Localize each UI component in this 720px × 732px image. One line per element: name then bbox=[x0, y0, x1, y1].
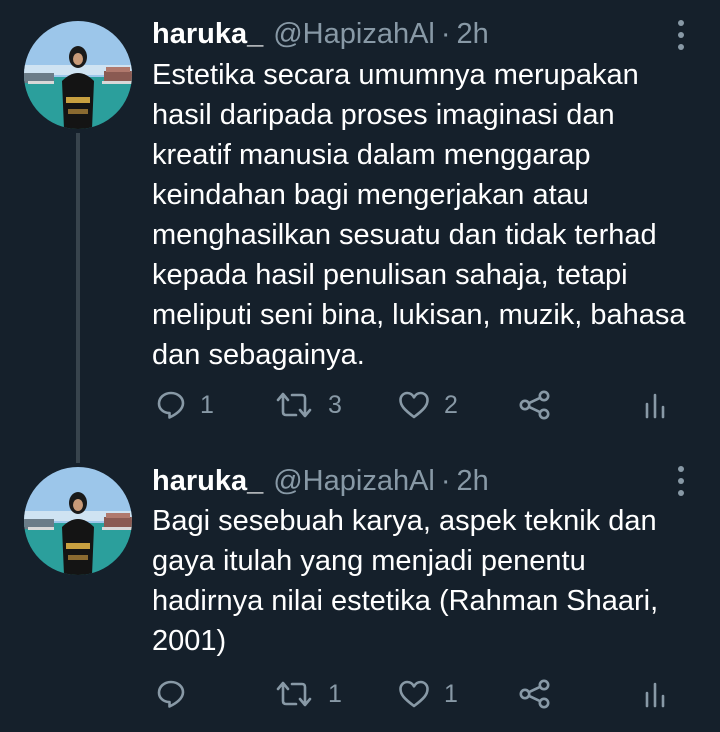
avatar-image bbox=[24, 467, 132, 575]
more-options-icon[interactable] bbox=[676, 20, 686, 50]
header-separator: · bbox=[440, 17, 451, 50]
author-name[interactable]: haruka_ bbox=[152, 465, 263, 498]
tweet-text-line: dan sebagainya. bbox=[152, 339, 365, 371]
tweet-text-line: keindahan bagi mengerjakan atau bbox=[152, 179, 589, 211]
retweet-button[interactable]: 1 bbox=[274, 674, 342, 714]
tweet-text-line: meliputi seni bina, lukisan, muzik, baha… bbox=[152, 299, 686, 331]
like-count: 2 bbox=[444, 390, 458, 419]
reply-icon bbox=[157, 680, 185, 708]
tweet-text-line: kepada hasil penulisan sahaja, tetapi bbox=[152, 259, 628, 291]
header-separator: · bbox=[440, 464, 451, 497]
action-bar: 1 3 2 bbox=[0, 385, 720, 425]
analytics-icon bbox=[645, 393, 665, 419]
share-icon bbox=[519, 679, 550, 709]
retweet-button[interactable]: 3 bbox=[274, 385, 342, 425]
tweet-text: Bagi sesebuah karya, aspek teknik dan ga… bbox=[152, 501, 708, 661]
tweet-text-line: Bagi sesebuah karya, aspek teknik dan bbox=[152, 505, 657, 537]
tweet-text-line: kreatif manusia dalam menggarap bbox=[152, 139, 591, 171]
analytics-icon bbox=[645, 682, 665, 708]
tweet-text-line: 2001) bbox=[152, 625, 227, 657]
retweet-count: 1 bbox=[328, 679, 342, 708]
tweet-text-line: hadirnya nilai estetika (Rahman Shaari, bbox=[152, 585, 659, 617]
author-name[interactable]: haruka_ bbox=[152, 18, 263, 51]
share-icon bbox=[519, 390, 550, 420]
tweet-text-line: Estetika secara umumnya merupakan bbox=[152, 59, 639, 91]
tweet-text-line: hasil daripada proses imaginasi dan bbox=[152, 99, 615, 131]
reply-button[interactable]: 1 bbox=[156, 385, 214, 425]
like-count: 1 bbox=[444, 679, 458, 708]
tweet-text-line: menghasilkan sesuatu dan tidak terhad bbox=[152, 219, 657, 251]
reply-icon bbox=[157, 391, 185, 419]
reply-button[interactable] bbox=[156, 674, 200, 714]
analytics-button[interactable] bbox=[643, 385, 667, 425]
tweet-text-line: gaya itulah yang menjadi penentu bbox=[152, 545, 586, 577]
author-handle[interactable]: @HapizahAl bbox=[273, 18, 435, 51]
action-bar: 1 1 bbox=[0, 674, 720, 714]
retweet-icon bbox=[276, 681, 312, 707]
tweet[interactable]: haruka_ @HapizahAl · 2h Bagi sesebuah ka… bbox=[0, 450, 720, 732]
tweet-timestamp[interactable]: 2h bbox=[457, 18, 489, 51]
author-handle[interactable]: @HapizahAl bbox=[273, 465, 435, 498]
like-button[interactable]: 1 bbox=[398, 674, 458, 714]
like-button[interactable]: 2 bbox=[398, 385, 458, 425]
share-button[interactable] bbox=[518, 385, 552, 425]
share-button[interactable] bbox=[518, 674, 552, 714]
tweet[interactable]: haruka_ @HapizahAl · 2h Estetika secara … bbox=[0, 0, 720, 463]
analytics-button[interactable] bbox=[643, 674, 667, 714]
retweet-count: 3 bbox=[328, 390, 342, 419]
tweet-header: haruka_ @HapizahAl · 2h bbox=[152, 461, 489, 501]
more-options-icon[interactable] bbox=[676, 466, 686, 496]
reply-count: 1 bbox=[200, 390, 214, 419]
heart-icon bbox=[399, 391, 429, 419]
heart-icon bbox=[399, 680, 429, 708]
avatar[interactable] bbox=[24, 21, 132, 129]
retweet-icon bbox=[276, 392, 312, 418]
tweet-text: Estetika secara umumnya merupakan hasil … bbox=[152, 55, 708, 375]
avatar[interactable] bbox=[24, 467, 132, 575]
avatar-image bbox=[24, 21, 132, 129]
tweet-timestamp[interactable]: 2h bbox=[457, 465, 489, 498]
tweet-header: haruka_ @HapizahAl · 2h bbox=[152, 14, 489, 54]
